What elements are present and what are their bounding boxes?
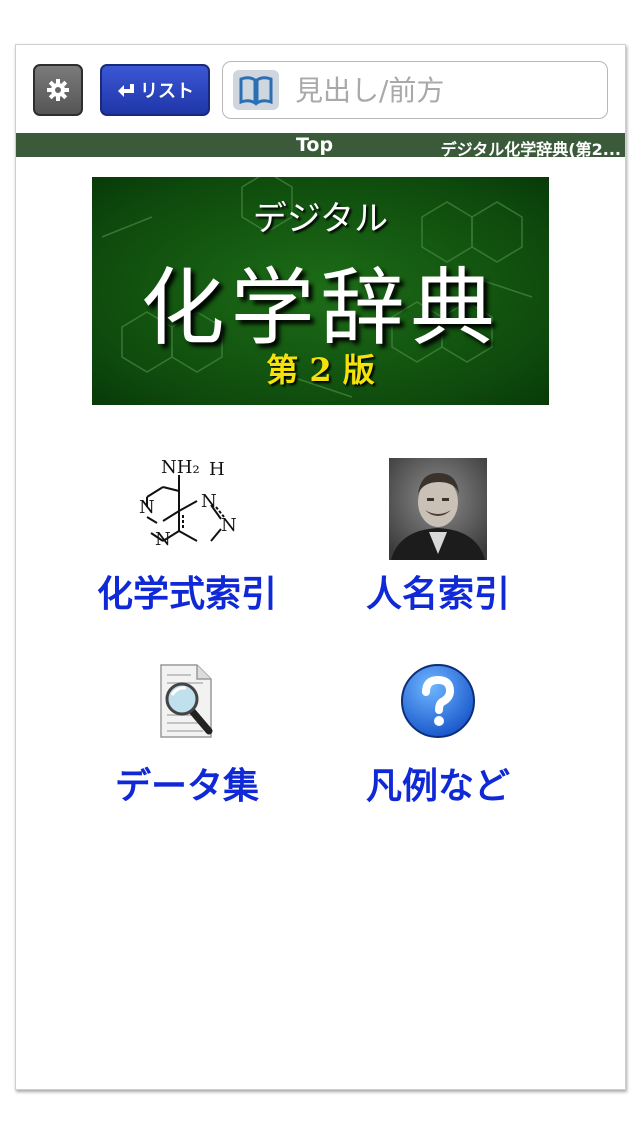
help-question-icon xyxy=(401,664,475,738)
search-box[interactable] xyxy=(222,61,608,119)
banner-title: 化学辞典 xyxy=(140,259,501,357)
adenine-n9-label: N xyxy=(221,515,237,536)
adenine-n1-label: N xyxy=(139,497,155,518)
return-arrow-icon xyxy=(118,84,134,97)
adenine-nh2-label: NH₂ xyxy=(161,457,200,478)
breadcrumb-bar: Top デジタル化学辞典(第2... xyxy=(16,133,625,159)
banner-edition: 第 2 版 xyxy=(266,351,375,389)
menu-label-formula-index: 化学式索引 xyxy=(96,574,277,615)
settings-button[interactable] xyxy=(33,64,83,116)
magnifier-document-icon xyxy=(160,664,213,738)
menu-label-data-collection: データ集 xyxy=(114,766,259,807)
menu-label-person-index: 人名索引 xyxy=(365,574,510,615)
breadcrumb-dictionary-title: デジタル化学辞典(第2... xyxy=(440,140,621,159)
title-banner: デジタル 化学辞典 第 2 版 xyxy=(92,177,549,405)
breadcrumb-current: Top xyxy=(296,134,334,156)
menu-label-legend: 凡例など xyxy=(365,766,510,807)
list-button[interactable]: リスト xyxy=(100,64,210,116)
adenine-n3-label: N xyxy=(155,529,171,550)
menu-item-legend[interactable]: 凡例など xyxy=(323,649,553,809)
adenine-n7-label: N xyxy=(201,491,217,512)
search-input[interactable] xyxy=(293,72,597,108)
book-icon xyxy=(233,70,279,110)
menu-item-person-index[interactable]: 人名索引 xyxy=(323,457,553,617)
banner-subtitle: デジタル xyxy=(252,199,389,239)
app-window: リスト Top デジタル化学辞典(第2... xyxy=(15,44,626,1090)
menu-item-data-collection[interactable]: データ集 xyxy=(72,649,302,809)
adenine-h-label: H xyxy=(209,459,225,480)
menu-item-formula-index[interactable]: NH₂ H N N N N 化学式索引 xyxy=(72,457,302,617)
adenine-structure-icon: NH₂ H N N N N xyxy=(139,457,237,550)
list-button-label: リスト xyxy=(140,81,194,102)
portrait-photo-icon xyxy=(389,458,487,560)
gear-icon xyxy=(47,79,69,101)
